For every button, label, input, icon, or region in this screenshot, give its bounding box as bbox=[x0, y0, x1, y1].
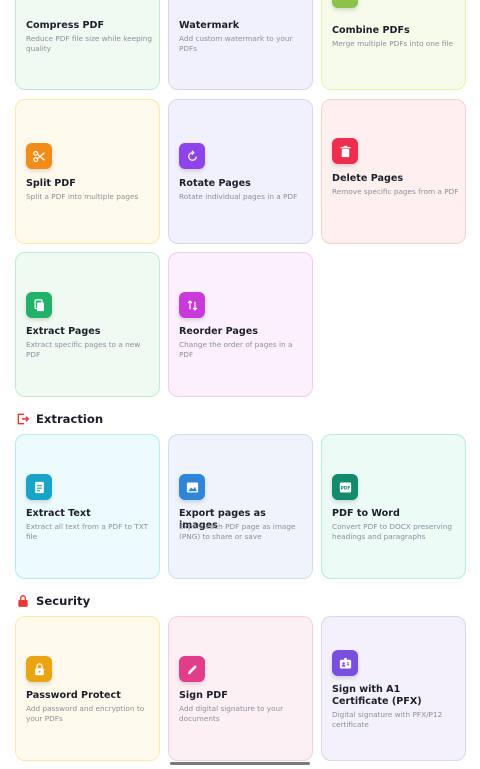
section-header-extraction: Extraction bbox=[16, 411, 103, 427]
card-title: Password Protect bbox=[26, 690, 121, 701]
card-title: Sign with A1 Certificate (PFX) bbox=[332, 684, 422, 707]
tool-card-watermark[interactable]: Watermark Add custom watermark to your P… bbox=[168, 0, 313, 90]
lock-icon bbox=[26, 656, 52, 682]
section-header-security: Security bbox=[16, 593, 90, 609]
lock-icon bbox=[16, 594, 30, 608]
card-title: Extract Pages bbox=[26, 326, 101, 337]
card-title: Watermark bbox=[179, 20, 240, 31]
card-description: Reduce PDF file size while keeping quali… bbox=[26, 34, 153, 53]
card-description: Remove specific pages from a PDF bbox=[332, 187, 459, 196]
tool-card-export-images[interactable]: Export pages as images Export each PDF p… bbox=[168, 434, 313, 579]
id-badge-icon bbox=[332, 650, 358, 676]
tool-card-compress-pdf[interactable]: Compress PDF Reduce PDF file size while … bbox=[15, 0, 160, 90]
card-description: Extract all text from a PDF to TXT file bbox=[26, 522, 149, 541]
combine-icon bbox=[332, 0, 358, 8]
image-icon bbox=[179, 474, 205, 500]
tool-card-password-protect[interactable]: Password Protect Add password and encryp… bbox=[15, 616, 160, 761]
export-icon bbox=[16, 412, 30, 426]
card-description: Add password and encryption to your PDFs bbox=[26, 704, 145, 723]
tool-card-extract-text[interactable]: Extract Text Extract all text from a PDF… bbox=[15, 434, 160, 579]
card-description: Add digital signature to your documents bbox=[179, 704, 284, 723]
card-description: Merge multiple PDFs into one file bbox=[332, 39, 453, 48]
tool-card-sign-a1-certificate[interactable]: Sign with A1 Certificate (PFX) Digital s… bbox=[321, 616, 466, 761]
tool-card-split-pdf[interactable]: Split PDF Split a PDF into multiple page… bbox=[15, 99, 160, 244]
card-description: Extract specific pages to a new PDF bbox=[26, 340, 141, 359]
rotate-icon bbox=[179, 143, 205, 169]
card-title: Reorder Pages bbox=[179, 326, 258, 337]
card-description: Convert PDF to DOCX preserving headings … bbox=[332, 522, 452, 541]
card-description: Export each PDF page as image (PNG) to s… bbox=[179, 522, 296, 541]
copy-pages-icon bbox=[26, 292, 52, 318]
text-document-icon bbox=[26, 474, 52, 500]
swap-vertical-icon bbox=[179, 292, 205, 318]
scissors-icon bbox=[26, 143, 52, 169]
tool-card-combine-pdfs[interactable]: Combine PDFs Merge multiple PDFs into on… bbox=[321, 0, 466, 90]
card-title: Combine PDFs bbox=[332, 25, 410, 36]
card-title: Split PDF bbox=[26, 178, 76, 189]
card-title: Delete Pages bbox=[332, 173, 404, 184]
card-title: Rotate Pages bbox=[179, 178, 251, 189]
card-title: Sign PDF bbox=[179, 690, 228, 701]
section-title: Security bbox=[36, 594, 91, 608]
section-title: Extraction bbox=[36, 412, 104, 426]
gesture-home-bar[interactable] bbox=[170, 762, 310, 765]
trash-icon bbox=[332, 138, 358, 164]
card-description: Change the order of pages in a PDF bbox=[179, 340, 293, 359]
svg-text:PDF: PDF bbox=[340, 485, 350, 491]
card-description: Rotate individual pages in a PDF bbox=[179, 192, 298, 201]
tool-card-pdf-to-word[interactable]: PDF PDF to Word Convert PDF to DOCX pres… bbox=[321, 434, 466, 579]
card-title: PDF to Word bbox=[332, 508, 400, 519]
tool-card-rotate-pages[interactable]: Rotate Pages Rotate individual pages in … bbox=[168, 99, 313, 244]
card-title: Extract Text bbox=[26, 508, 91, 519]
tool-card-sign-pdf[interactable]: Sign PDF Add digital signature to your d… bbox=[168, 616, 313, 761]
card-description: Split a PDF into multiple pages bbox=[26, 192, 139, 201]
card-title: Compress PDF bbox=[26, 20, 105, 31]
tool-card-reorder-pages[interactable]: Reorder Pages Change the order of pages … bbox=[168, 252, 313, 397]
card-description: Add custom watermark to your PDFs bbox=[179, 34, 293, 53]
pdf-file-icon: PDF bbox=[332, 474, 358, 500]
tool-card-delete-pages[interactable]: Delete Pages Remove specific pages from … bbox=[321, 99, 466, 244]
pen-icon bbox=[179, 656, 205, 682]
card-description: Digital signature with PFX/P12 certifica… bbox=[332, 710, 443, 729]
tool-card-extract-pages[interactable]: Extract Pages Extract specific pages to … bbox=[15, 252, 160, 397]
